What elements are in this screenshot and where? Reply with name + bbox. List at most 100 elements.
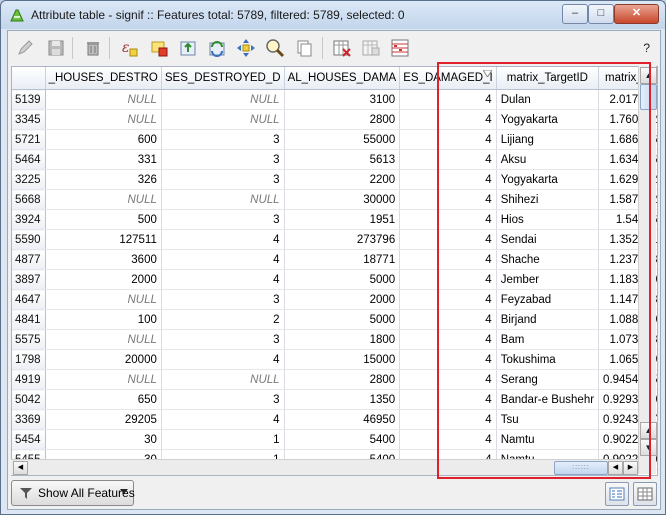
table-cell[interactable]: Hios xyxy=(496,209,600,230)
table-cell[interactable]: 1800 xyxy=(284,329,401,350)
table-cell[interactable]: 331 xyxy=(45,149,162,170)
table-row[interactable]: 559012751142737964Sendai1.35225172867 xyxy=(12,229,657,250)
table-cell[interactable]: Lijiang xyxy=(496,129,600,150)
table-row[interactable]: 4647NULL320004Feyzabad1.14744856695 xyxy=(12,289,657,310)
column-header[interactable]: AL_HOUSES_DAMA xyxy=(284,67,401,90)
horizontal-scroll-thumb[interactable]: :::::: xyxy=(554,461,608,475)
table-cell[interactable]: 30000 xyxy=(284,189,401,210)
table-view-button[interactable] xyxy=(633,482,657,506)
row-header[interactable]: 3369 xyxy=(12,409,46,430)
table-cell[interactable]: 4 xyxy=(399,409,497,430)
table-cell[interactable]: Yogyakarta xyxy=(496,109,600,130)
table-row[interactable]: 5042650313504Bandar-e Bushehr0.929327026… xyxy=(12,389,657,410)
table-cell[interactable]: 2800 xyxy=(284,369,401,390)
table-row[interactable]: 3345NULLNULL28004Yogyakarta1.76045290364 xyxy=(12,109,657,130)
row-header[interactable]: 5721 xyxy=(12,129,46,150)
zoom-to-selected-icon[interactable] xyxy=(264,37,286,59)
table-cell[interactable]: 273796 xyxy=(284,229,401,250)
table-cell[interactable]: 4 xyxy=(161,409,285,430)
table-row[interactable]: 3924500319514Hios1.5457604489 xyxy=(12,209,657,230)
table-cell[interactable]: 4 xyxy=(399,189,497,210)
table-cell[interactable]: 5000 xyxy=(284,269,401,290)
table-cell[interactable]: 4 xyxy=(399,349,497,370)
table-cell[interactable]: 326 xyxy=(45,169,162,190)
table-cell[interactable]: 2200 xyxy=(284,169,401,190)
attribute-table-grid[interactable]: _HOUSES_DESTRO SES_DESTROYED_D AL_HOUSES… xyxy=(11,66,658,476)
table-row[interactable]: 5139NULLNULL31004Dulan2.01739872078 xyxy=(12,89,657,110)
table-cell[interactable]: Tsu xyxy=(496,409,600,430)
table-cell[interactable]: Tokushima xyxy=(496,349,600,370)
save-icon[interactable] xyxy=(45,37,67,59)
table-cell[interactable]: 2 xyxy=(161,309,285,330)
pan-to-selected-icon[interactable] xyxy=(235,37,257,59)
table-cell[interactable]: 30 xyxy=(45,429,162,450)
row-header[interactable]: 3225 xyxy=(12,169,46,190)
table-cell[interactable]: 4 xyxy=(399,329,497,350)
row-header[interactable]: 4919 xyxy=(12,369,46,390)
row-header[interactable]: 5575 xyxy=(12,329,46,350)
table-cell[interactable]: Jember xyxy=(496,269,600,290)
table-cell[interactable]: 3 xyxy=(161,169,285,190)
table-row[interactable]: 5668NULLNULL300004Shihezi1.58756245594 xyxy=(12,189,657,210)
table-cell[interactable]: 18771 xyxy=(284,249,401,270)
table-cell[interactable]: 1 xyxy=(161,429,285,450)
table-cell[interactable]: NULL xyxy=(161,109,285,130)
row-header[interactable]: 3345 xyxy=(12,109,46,130)
table-cell[interactable]: 100 xyxy=(45,309,162,330)
row-header[interactable]: 3897 xyxy=(12,269,46,290)
table-cell[interactable]: 3600 xyxy=(45,249,162,270)
column-header[interactable]: _HOUSES_DESTRO xyxy=(45,67,162,90)
row-header[interactable]: 4647 xyxy=(12,289,46,310)
show-all-features-dropdown[interactable]: Show All Features xyxy=(11,480,135,506)
deselect-icon[interactable] xyxy=(148,37,170,59)
table-cell[interactable]: 500 xyxy=(45,209,162,230)
table-cell[interactable]: 3 xyxy=(161,389,285,410)
maximize-button[interactable]: □ xyxy=(588,4,614,24)
expression-select-icon[interactable]: ε xyxy=(119,37,141,59)
field-calculator-icon[interactable] xyxy=(389,37,411,59)
table-cell[interactable]: NULL xyxy=(45,109,162,130)
table-row[interactable]: 545430154004Namtu0.902227067915 xyxy=(12,429,657,450)
table-cell[interactable]: 600 xyxy=(45,129,162,150)
table-cell[interactable]: 4 xyxy=(399,129,497,150)
close-button[interactable]: ✕ xyxy=(614,4,659,24)
scroll-down-arrow-icon[interactable]: ▼ xyxy=(640,439,657,456)
table-cell[interactable]: 127511 xyxy=(45,229,162,250)
table-cell[interactable]: 4 xyxy=(161,249,285,270)
scroll-up-arrow-icon[interactable]: ▲ xyxy=(640,67,657,84)
column-header[interactable]: matrix_TargetID xyxy=(496,67,600,90)
table-cell[interactable]: 4 xyxy=(399,89,497,110)
table-cell[interactable]: Bandar-e Bushehr xyxy=(496,389,600,410)
row-header[interactable]: 4841 xyxy=(12,309,46,330)
table-cell[interactable]: 3 xyxy=(161,129,285,150)
table-cell[interactable]: 4 xyxy=(399,309,497,330)
table-cell[interactable]: 4 xyxy=(399,209,497,230)
table-cell[interactable]: 2800 xyxy=(284,109,401,130)
table-cell[interactable]: 46950 xyxy=(284,409,401,430)
table-cell[interactable]: 4 xyxy=(399,269,497,290)
row-header[interactable]: 4877 xyxy=(12,249,46,270)
table-cell[interactable]: 650 xyxy=(45,389,162,410)
table-cell[interactable]: 4 xyxy=(399,229,497,250)
table-cell[interactable]: 5000 xyxy=(284,309,401,330)
table-cell[interactable]: 3 xyxy=(161,329,285,350)
table-cell[interactable]: Serang xyxy=(496,369,600,390)
table-cell[interactable]: 29205 xyxy=(45,409,162,430)
table-cell[interactable]: NULL xyxy=(161,369,285,390)
copy-rows-icon[interactable] xyxy=(293,37,315,59)
table-row[interactable]: 4841100250004Birjand1.08829070683 xyxy=(12,309,657,330)
table-row[interactable]: 1798200004150004Tokushima1.06587936484 xyxy=(12,349,657,370)
table-cell[interactable]: 4 xyxy=(399,429,497,450)
table-row[interactable]: 5464331356134Aksu1.63416691989 xyxy=(12,149,657,170)
delete-column-icon[interactable] xyxy=(331,37,353,59)
table-cell[interactable]: Birjand xyxy=(496,309,600,330)
table-cell[interactable]: NULL xyxy=(45,369,162,390)
table-cell[interactable]: 15000 xyxy=(284,349,401,370)
row-header[interactable]: 5454 xyxy=(12,429,46,450)
delete-icon[interactable] xyxy=(82,37,104,59)
table-cell[interactable]: 4 xyxy=(399,109,497,130)
row-header[interactable]: 5464 xyxy=(12,149,46,170)
table-cell[interactable]: Namtu xyxy=(496,429,600,450)
table-cell[interactable]: 4 xyxy=(161,269,285,290)
table-cell[interactable]: NULL xyxy=(45,329,162,350)
